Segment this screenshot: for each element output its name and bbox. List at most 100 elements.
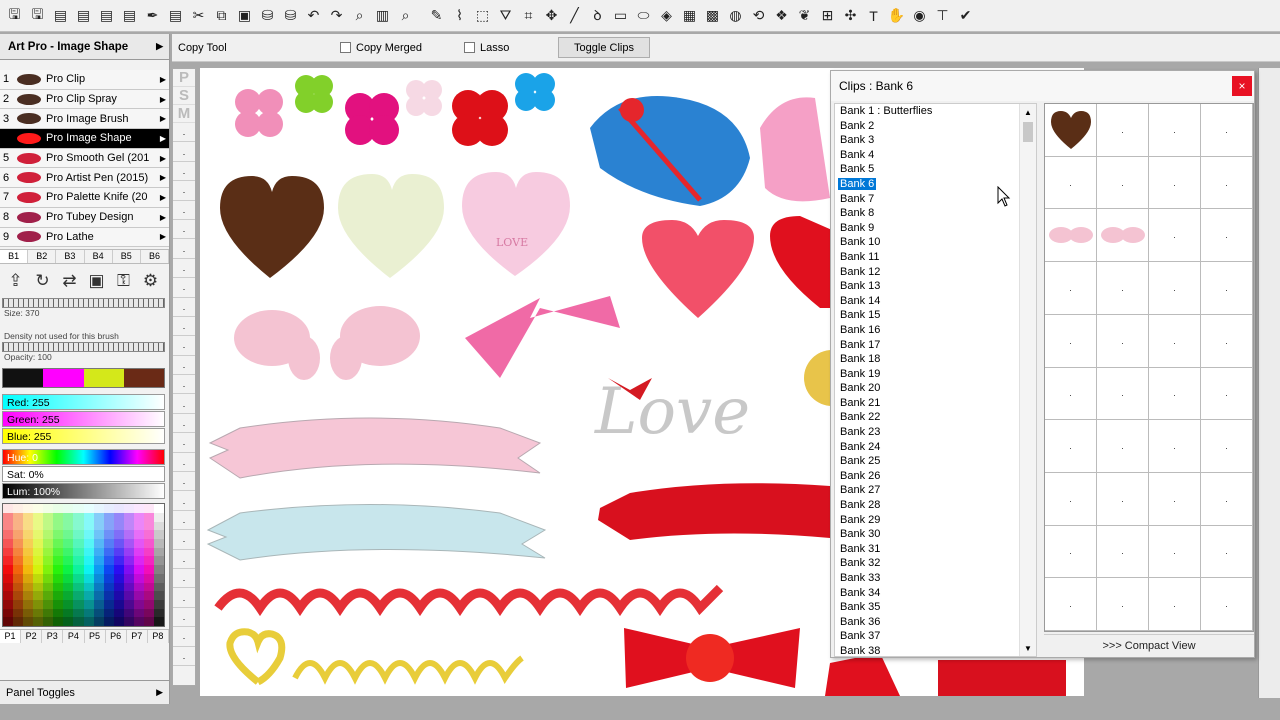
lasso-icon[interactable]: ꝺ <box>586 5 609 27</box>
bank-list-item[interactable]: Bank 27 <box>835 483 1036 498</box>
psm-slot[interactable]: . <box>173 608 195 628</box>
palette-cell[interactable] <box>143 530 154 540</box>
palette-page-tab[interactable]: P3 <box>42 630 64 644</box>
palette-cell[interactable] <box>73 617 84 627</box>
palette-cell[interactable] <box>53 556 64 566</box>
toggle-clips-button[interactable]: Toggle Clips <box>558 37 650 58</box>
palette-cell[interactable] <box>3 547 14 557</box>
brush-item[interactable]: 9 Pro Lathe ▶ <box>0 227 169 248</box>
bank-list-item[interactable]: Bank 12 <box>835 265 1036 280</box>
palette-cell[interactable] <box>53 539 64 548</box>
palette-cell[interactable] <box>83 547 94 557</box>
page-icon[interactable]: ▤ <box>49 5 72 27</box>
palette-cell[interactable] <box>113 582 124 592</box>
ellipse-icon[interactable]: ⬭ <box>632 5 655 27</box>
palette-cell[interactable] <box>113 512 124 522</box>
palette-cell[interactable] <box>23 582 34 592</box>
palette-cell[interactable] <box>123 591 134 601</box>
rect-icon[interactable]: ▭ <box>609 5 632 27</box>
rotate-icon[interactable]: ⟲ <box>747 5 770 27</box>
bank-list-item[interactable]: Bank 30 <box>835 527 1036 542</box>
palette-cell[interactable] <box>43 512 54 522</box>
psm-slot[interactable]: . <box>173 123 195 143</box>
clip-slot[interactable]: . <box>1149 420 1201 473</box>
brush-item[interactable]: 4 Pro Image Shape ▶ <box>0 129 169 149</box>
palette-cell[interactable] <box>23 521 34 531</box>
palette-cell[interactable] <box>123 512 134 522</box>
palette-cell[interactable] <box>13 504 24 513</box>
palette-cell[interactable] <box>113 617 124 627</box>
psm-slot[interactable]: . <box>173 472 195 492</box>
palette-cell[interactable] <box>43 539 54 548</box>
color-swatch[interactable] <box>83 369 124 388</box>
clip-slot[interactable]: . <box>1097 420 1149 473</box>
palette-cell[interactable] <box>33 512 44 522</box>
clip-slot[interactable]: . <box>1097 472 1149 526</box>
palette-cell[interactable] <box>83 565 94 574</box>
palette-cell[interactable] <box>123 565 134 574</box>
bank-list-item[interactable]: Bank 35 <box>835 600 1036 615</box>
palette-cell[interactable] <box>73 608 84 618</box>
clip-slot[interactable]: . <box>1045 314 1097 368</box>
palette-cell[interactable] <box>93 617 104 627</box>
bank-tab[interactable]: B6 <box>141 250 170 264</box>
bank-list-item[interactable]: Bank 4 <box>835 148 1036 163</box>
clip-slot[interactable] <box>1097 209 1149 263</box>
close-button[interactable]: × <box>1232 76 1252 96</box>
palette-cell[interactable] <box>73 573 84 583</box>
palette-cell[interactable] <box>113 539 124 548</box>
bank-list-item[interactable]: Bank 21 <box>835 396 1036 411</box>
palette-cell[interactable] <box>83 591 94 601</box>
palette-cell[interactable] <box>73 521 84 531</box>
psm-slot[interactable]: . <box>173 627 195 647</box>
bank-list-item[interactable]: Bank 3 <box>835 133 1036 148</box>
palette-cell[interactable] <box>73 600 84 609</box>
palette-cell[interactable] <box>103 504 114 513</box>
palette-cell[interactable] <box>103 539 114 548</box>
compact-view-button[interactable]: >>> Compact View <box>1044 634 1254 656</box>
palette-cell[interactable] <box>63 608 74 618</box>
palette-cell[interactable] <box>63 512 74 522</box>
palette-cell[interactable] <box>153 565 164 574</box>
psm-slot[interactable]: . <box>173 142 195 162</box>
expand-arrow-icon[interactable]: ▶ <box>156 41 163 52</box>
palette-cell[interactable] <box>23 617 34 627</box>
palette-cell[interactable] <box>143 573 154 583</box>
fill-icon[interactable]: ◈ <box>655 5 678 27</box>
layer-icon[interactable]: ▣ <box>85 270 108 293</box>
bank-list-item[interactable]: Bank 18 <box>835 352 1036 367</box>
blue-channel-slider[interactable]: Blue: 255 <box>2 428 165 445</box>
psm-slot[interactable]: . <box>173 647 195 666</box>
palette-cell[interactable] <box>13 547 24 557</box>
brush-arrow-icon[interactable]: ▶ <box>157 154 169 163</box>
palette-cell[interactable] <box>3 573 14 583</box>
palette-cell[interactable] <box>113 547 124 557</box>
stamp-icon[interactable]: ⛁ <box>256 5 279 27</box>
clip-slot[interactable]: . <box>1045 525 1097 579</box>
palette-cell[interactable] <box>83 617 94 627</box>
palette-cell[interactable] <box>33 600 44 609</box>
palette-page-tab[interactable]: P5 <box>85 630 106 644</box>
panel-toggles-button[interactable]: Panel Toggles ▶ <box>0 680 169 704</box>
palette-cell[interactable] <box>133 504 144 513</box>
palette-cell[interactable] <box>23 547 34 557</box>
pipe-icon[interactable]: ⊤ <box>931 5 954 27</box>
palette-cell[interactable] <box>53 521 64 531</box>
palette-cell[interactable] <box>13 573 24 583</box>
palette-cell[interactable] <box>113 591 124 601</box>
palette-cell[interactable] <box>73 565 84 574</box>
zoom-icon[interactable]: ⌕ <box>348 5 371 27</box>
palette-cell[interactable] <box>93 556 104 566</box>
clip-slot[interactable]: . <box>1149 472 1201 526</box>
bank-tab[interactable]: B1 <box>0 250 29 264</box>
palette-cell[interactable] <box>53 565 64 574</box>
palette-cell[interactable] <box>13 530 24 540</box>
clip-slot[interactable]: . <box>1201 367 1253 421</box>
palette-cell[interactable] <box>113 504 124 513</box>
palette-cell[interactable] <box>143 591 154 601</box>
bank-list-item[interactable]: Bank 32 <box>835 556 1036 571</box>
palette-cell[interactable] <box>93 521 104 531</box>
palette-cell[interactable] <box>83 504 94 513</box>
palette-cell[interactable] <box>43 582 54 592</box>
palette-cell[interactable] <box>63 617 74 627</box>
